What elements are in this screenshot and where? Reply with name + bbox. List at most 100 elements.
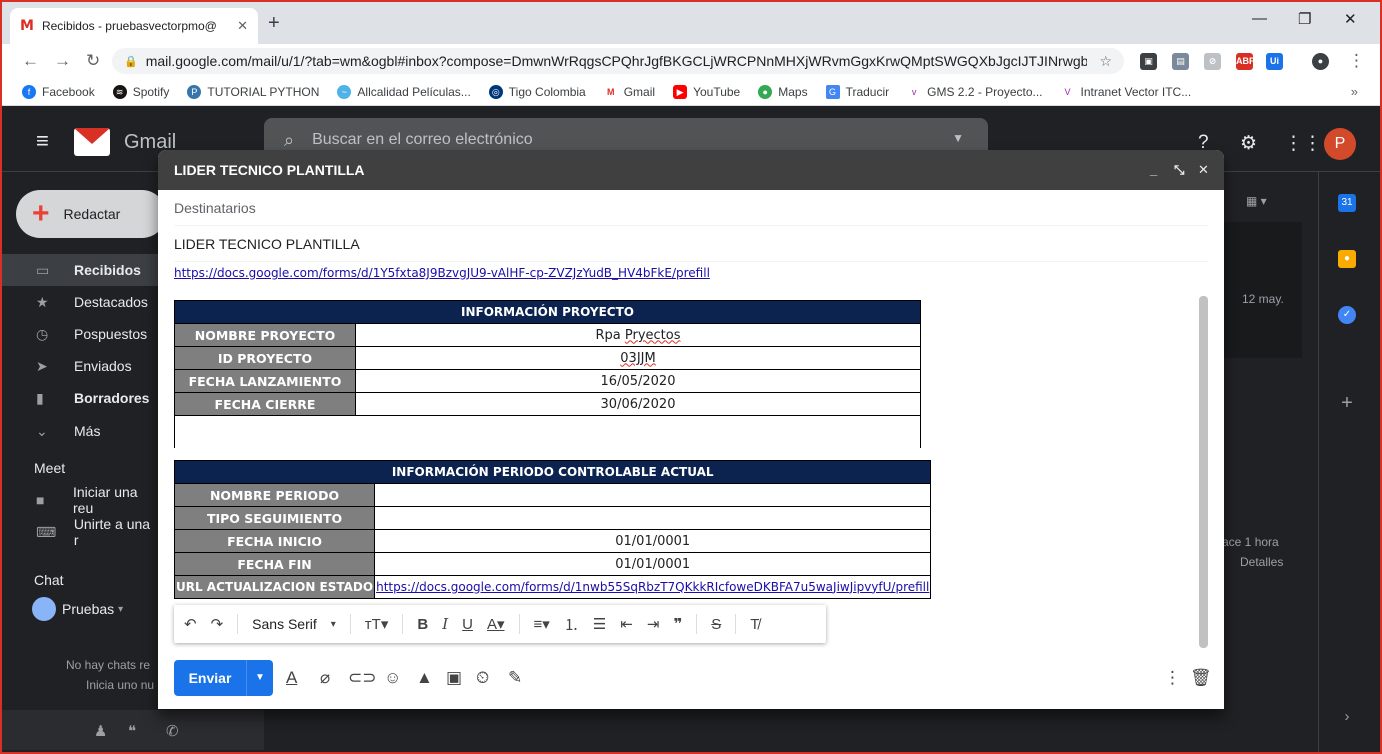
formatting-options-icon[interactable]: A (286, 668, 297, 688)
bold-icon[interactable]: B (417, 616, 428, 633)
bulleted-list-icon[interactable]: ☰ (593, 615, 606, 633)
gear-icon[interactable]: ⚙ (1240, 132, 1257, 155)
strikethrough-icon[interactable]: S (711, 616, 721, 633)
restore-icon[interactable]: ❐ (1298, 10, 1311, 28)
extension-block-icon[interactable]: ⊘ (1204, 53, 1221, 70)
right-side-panel: 31 ● ✓ + › (1318, 172, 1378, 752)
browser-tab-gmail[interactable]: M Recibidos - pruebasvectorpmo@ ✕ (10, 8, 258, 44)
extension-screenshot-icon[interactable]: ▤ (1172, 53, 1189, 70)
recipients-field[interactable]: Destinatarios (174, 190, 1208, 226)
bookmark-allcalidad[interactable]: ~ Allcalidad Películas... (337, 84, 471, 99)
omnibox[interactable]: 🔒 mail.google.com/mail/u/1/?tab=wm&ogbl#… (112, 48, 1124, 74)
forward-icon[interactable]: → (54, 51, 71, 71)
sidebar-item-snoozed[interactable]: ◷ Pospuestos (2, 318, 158, 350)
add-addon-icon[interactable]: + (1338, 393, 1356, 413)
emoji-icon[interactable]: ☺ (384, 668, 401, 688)
meet-start[interactable]: ■ Iniciar una reu (2, 484, 158, 516)
extension-cast-icon[interactable]: ▣ (1140, 53, 1157, 70)
chevron-right-icon[interactable]: › (1338, 708, 1356, 726)
underline-icon[interactable]: U (462, 616, 473, 633)
bookmark-youtube[interactable]: ▶ YouTube (673, 84, 740, 99)
discard-draft-icon[interactable]: 🗑 (1190, 668, 1212, 688)
keep-icon[interactable]: ● (1338, 250, 1356, 268)
sidebar-item-inbox[interactable]: ▭ Recibidos (2, 254, 158, 286)
sidebar-item-starred[interactable]: ★ Destacados (2, 286, 158, 318)
sidebar-item-more[interactable]: ⌄ Más (2, 415, 158, 447)
bookmark-maps[interactable]: ● Maps (758, 84, 808, 99)
meet-title: Meet (34, 460, 66, 476)
numbered-list-icon[interactable]: ⒈ (564, 614, 579, 635)
hangouts-icon[interactable]: ❝ (128, 722, 136, 740)
bookmark-intranet[interactable]: V Intranet Vector ITC... (1060, 84, 1191, 99)
search-icon[interactable]: ⌕ (284, 130, 294, 151)
new-tab-icon[interactable]: + (268, 12, 280, 35)
send-button[interactable]: Enviar ▼ (174, 660, 273, 696)
drive-icon[interactable]: ▲ (416, 668, 433, 688)
apps-grid-icon[interactable]: ⋮⋮ (1284, 132, 1322, 155)
more-options-icon[interactable]: ⋮ (1164, 668, 1181, 688)
chrome-menu-icon[interactable]: ⋮ (1348, 51, 1365, 71)
calendar-icon[interactable]: 31 (1338, 194, 1356, 212)
account-avatar[interactable]: P (1324, 128, 1356, 160)
back-icon[interactable]: ← (22, 51, 39, 71)
indent-more-icon[interactable]: ⇥ (647, 615, 660, 633)
text-color-icon[interactable]: A▾ (487, 615, 505, 633)
fullscreen-compose-icon[interactable]: ⤡ (1174, 162, 1184, 178)
profile-icon[interactable]: ● (1312, 53, 1329, 70)
quote-icon[interactable]: ❞ (673, 615, 682, 633)
bookmark-spotify[interactable]: ≋ Spotify (112, 84, 169, 99)
minimize-compose-icon[interactable]: _ (1150, 162, 1157, 177)
send-options-icon[interactable]: ▼ (246, 660, 273, 696)
chevron-down-icon[interactable]: ▾ (331, 619, 336, 630)
indent-less-icon[interactable]: ⇤ (620, 615, 633, 633)
reload-icon[interactable]: ↻ (86, 51, 100, 71)
bookmark-gms[interactable]: v GMS 2.2 - Proyecto... (907, 84, 1043, 99)
redo-icon[interactable]: ↷ (211, 615, 224, 633)
vector-icon: V (1060, 84, 1075, 99)
chat-user[interactable]: Pruebas ▾ (2, 593, 158, 625)
signature-icon[interactable]: ✎ (508, 668, 522, 688)
image-icon[interactable]: ▣ (446, 668, 462, 688)
confidential-mode-icon[interactable]: ⏲ (476, 668, 489, 688)
close-compose-icon[interactable]: ✕ (1198, 162, 1209, 178)
meet-join[interactable]: ⌨ Unirte a una r (2, 516, 158, 548)
compose-button[interactable]: + Redactar (16, 190, 166, 238)
search-options-icon[interactable]: ▼ (952, 131, 964, 145)
bookmark-translate[interactable]: G Traducir (825, 84, 889, 99)
close-window-icon[interactable]: ✕ (1344, 10, 1357, 28)
bookmark-tigo[interactable]: ◎ Tigo Colombia (488, 84, 586, 99)
sidebar-item-sent[interactable]: ➤ Enviados (2, 350, 158, 382)
tasks-icon[interactable]: ✓ (1338, 306, 1356, 324)
sidebar-item-drafts[interactable]: ▮ Borradores (2, 382, 158, 414)
bookmarks-more[interactable]: » (1351, 84, 1358, 99)
input-tools-icon[interactable]: ▦ ▾ (1246, 194, 1267, 208)
remove-formatting-icon[interactable]: T̸ (750, 616, 759, 633)
subject-field[interactable]: LIDER TECNICO PLANTILLA (174, 226, 1208, 262)
undo-icon[interactable]: ↶ (184, 615, 197, 633)
message-body[interactable]: https://docs.google.com/forms/d/1Y5fxta8… (174, 262, 1200, 652)
compose-scrollbar[interactable] (1199, 296, 1208, 648)
adblock-icon[interactable]: ABP (1236, 53, 1255, 70)
link-icon[interactable]: ⊂⊃ (348, 668, 377, 688)
main-menu-icon[interactable]: ≡ (36, 128, 49, 154)
attach-icon[interactable]: ⌀ (320, 668, 330, 688)
compose-header[interactable]: LIDER TECNICO PLANTILLA _ ⤡ ✕ (158, 150, 1224, 190)
status-update-link[interactable]: https://docs.google.com/forms/d/1nwb55Sq… (376, 580, 929, 594)
uipath-icon[interactable]: Ui (1266, 53, 1283, 70)
bookmark-star-icon[interactable]: ☆ (1099, 53, 1112, 70)
align-icon[interactable]: ≡▾ (534, 615, 550, 633)
prefill-form-link[interactable]: https://docs.google.com/forms/d/1Y5fxta8… (174, 266, 710, 280)
details-link[interactable]: Detalles (1240, 555, 1283, 569)
font-size-icon[interactable]: ᴛT▾ (365, 615, 389, 633)
bookmark-gmail[interactable]: M Gmail (603, 84, 655, 99)
minimize-icon[interactable]: — (1252, 10, 1267, 27)
italic-icon[interactable]: I (442, 615, 448, 633)
phone-icon[interactable]: ✆ (166, 722, 179, 740)
bookmark-python[interactable]: P TUTORIAL PYTHON (187, 84, 319, 99)
contacts-icon[interactable]: ♟ (94, 722, 107, 740)
bookmark-facebook[interactable]: f Facebook (22, 84, 95, 99)
font-family-select[interactable]: Sans Serif (252, 616, 317, 632)
close-tab-icon[interactable]: ✕ (237, 18, 248, 34)
allcalidad-icon: ~ (337, 84, 352, 99)
period-info-table: INFORMACIÓN PERIODO CONTROLABLE ACTUAL N… (174, 460, 932, 599)
